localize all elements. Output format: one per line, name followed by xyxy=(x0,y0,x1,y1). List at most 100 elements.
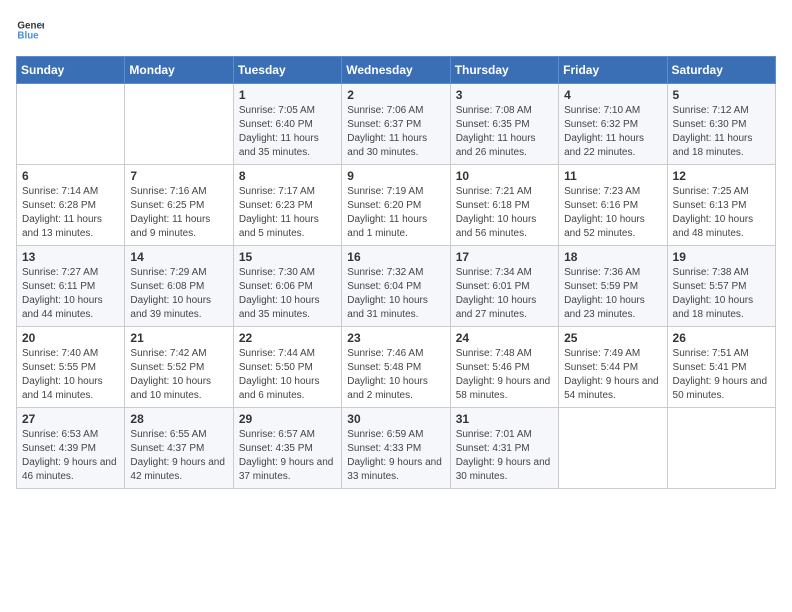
page-header: General Blue xyxy=(16,16,776,44)
day-number: 3 xyxy=(456,88,553,102)
calendar-cell: 15 Sunrise: 7:30 AM Sunset: 6:06 PM Dayli… xyxy=(233,246,341,327)
calendar-cell: 8Sunrise: 7:17 AM Sunset: 6:23 PM Daylig… xyxy=(233,165,341,246)
day-number: 22 xyxy=(239,331,336,345)
day-info: Sunrise: 7:38 AM Sunset: 5:57 PM Dayligh… xyxy=(673,266,770,322)
svg-text:Blue: Blue xyxy=(17,30,39,41)
day-header: Saturday xyxy=(667,57,775,84)
calendar-cell: 31Sunrise: 7:01 AM Sunset: 4:31 PM Dayli… xyxy=(450,408,558,489)
day-info: Sunrise: 6:53 AM Sunset: 4:39 PM Dayligh… xyxy=(22,428,119,484)
calendar-cell: 9 Sunrise: 7:19 AM Sunset: 6:20 PM Daylig… xyxy=(342,165,450,246)
day-number: 5 xyxy=(673,88,770,102)
day-number: 26 xyxy=(673,331,770,345)
day-info: Sunrise: 7:05 AM Sunset: 6:40 PM Dayligh… xyxy=(239,104,336,160)
day-info: Sunrise: 6:59 AM Sunset: 4:33 PM Dayligh… xyxy=(347,428,444,484)
calendar-body: 1Sunrise: 7:05 AM Sunset: 6:40 PM Daylig… xyxy=(17,84,776,489)
day-number: 16 xyxy=(347,250,444,264)
day-info: Sunrise: 7:08 AM Sunset: 6:35 PM Dayligh… xyxy=(456,104,553,160)
day-number: 12 xyxy=(673,169,770,183)
calendar-cell: 27Sunrise: 6:53 AM Sunset: 4:39 PM Dayli… xyxy=(17,408,125,489)
calendar-cell: 16 Sunrise: 7:32 AM Sunset: 6:04 PM Dayli… xyxy=(342,246,450,327)
day-info: Sunrise: 7:21 AM Sunset: 6:18 PM Dayligh… xyxy=(456,185,553,241)
day-info: Sunrise: 7:10 AM Sunset: 6:32 PM Dayligh… xyxy=(564,104,661,160)
calendar-cell xyxy=(559,408,667,489)
day-number: 2 xyxy=(347,88,444,102)
day-number: 14 xyxy=(130,250,227,264)
day-header: Tuesday xyxy=(233,57,341,84)
day-info: Sunrise: 7:32 AM Sunset: 6:04 PM Dayligh… xyxy=(347,266,444,322)
day-number: 11 xyxy=(564,169,661,183)
day-number: 15 xyxy=(239,250,336,264)
day-header: Thursday xyxy=(450,57,558,84)
day-number: 28 xyxy=(130,412,227,426)
day-number: 23 xyxy=(347,331,444,345)
day-info: Sunrise: 7:14 AM Sunset: 6:28 PM Dayligh… xyxy=(22,185,119,241)
day-info: Sunrise: 7:01 AM Sunset: 4:31 PM Dayligh… xyxy=(456,428,553,484)
day-info: Sunrise: 6:57 AM Sunset: 4:35 PM Dayligh… xyxy=(239,428,336,484)
day-number: 18 xyxy=(564,250,661,264)
day-info: Sunrise: 7:29 AM Sunset: 6:08 PM Dayligh… xyxy=(130,266,227,322)
day-info: Sunrise: 7:36 AM Sunset: 5:59 PM Dayligh… xyxy=(564,266,661,322)
calendar-cell: 2Sunrise: 7:06 AM Sunset: 6:37 PM Daylig… xyxy=(342,84,450,165)
calendar-cell: 1Sunrise: 7:05 AM Sunset: 6:40 PM Daylig… xyxy=(233,84,341,165)
day-header: Monday xyxy=(125,57,233,84)
day-number: 6 xyxy=(22,169,119,183)
calendar-cell: 20 Sunrise: 7:40 AM Sunset: 5:55 PM Dayli… xyxy=(17,327,125,408)
calendar-cell: 25Sunrise: 7:49 AM Sunset: 5:44 PM Dayli… xyxy=(559,327,667,408)
calendar-week-row: 27Sunrise: 6:53 AM Sunset: 4:39 PM Dayli… xyxy=(17,408,776,489)
calendar-week-row: 20 Sunrise: 7:40 AM Sunset: 5:55 PM Dayli… xyxy=(17,327,776,408)
day-info: Sunrise: 7:40 AM Sunset: 5:55 PM Dayligh… xyxy=(22,347,119,403)
day-number: 9 xyxy=(347,169,444,183)
calendar-week-row: 13Sunrise: 7:27 AM Sunset: 6:11 PM Dayli… xyxy=(17,246,776,327)
day-info: Sunrise: 7:12 AM Sunset: 6:30 PM Dayligh… xyxy=(673,104,770,160)
day-info: Sunrise: 7:16 AM Sunset: 6:25 PM Dayligh… xyxy=(130,185,227,241)
day-number: 24 xyxy=(456,331,553,345)
day-info: Sunrise: 7:25 AM Sunset: 6:13 PM Dayligh… xyxy=(673,185,770,241)
logo-icon: General Blue xyxy=(16,16,44,44)
calendar-cell: 22 Sunrise: 7:44 AM Sunset: 5:50 PM Dayli… xyxy=(233,327,341,408)
calendar-cell: 12 Sunrise: 7:25 AM Sunset: 6:13 PM Dayli… xyxy=(667,165,775,246)
calendar-cell: 28 Sunrise: 6:55 AM Sunset: 4:37 PM Dayli… xyxy=(125,408,233,489)
calendar-cell: 14 Sunrise: 7:29 AM Sunset: 6:08 PM Dayli… xyxy=(125,246,233,327)
calendar-cell xyxy=(17,84,125,165)
calendar-cell: 7 Sunrise: 7:16 AM Sunset: 6:25 PM Daylig… xyxy=(125,165,233,246)
day-number: 21 xyxy=(130,331,227,345)
day-info: Sunrise: 7:30 AM Sunset: 6:06 PM Dayligh… xyxy=(239,266,336,322)
day-info: Sunrise: 7:34 AM Sunset: 6:01 PM Dayligh… xyxy=(456,266,553,322)
calendar-cell: 6 Sunrise: 7:14 AM Sunset: 6:28 PM Daylig… xyxy=(17,165,125,246)
calendar-cell xyxy=(125,84,233,165)
logo: General Blue xyxy=(16,16,48,44)
calendar-header-row: SundayMondayTuesdayWednesdayThursdayFrid… xyxy=(17,57,776,84)
calendar-table: SundayMondayTuesdayWednesdayThursdayFrid… xyxy=(16,56,776,489)
day-header: Sunday xyxy=(17,57,125,84)
day-number: 8 xyxy=(239,169,336,183)
day-number: 4 xyxy=(564,88,661,102)
day-number: 30 xyxy=(347,412,444,426)
calendar-week-row: 6 Sunrise: 7:14 AM Sunset: 6:28 PM Daylig… xyxy=(17,165,776,246)
calendar-cell: 13Sunrise: 7:27 AM Sunset: 6:11 PM Dayli… xyxy=(17,246,125,327)
calendar-cell: 19 Sunrise: 7:38 AM Sunset: 5:57 PM Dayli… xyxy=(667,246,775,327)
day-info: Sunrise: 7:48 AM Sunset: 5:46 PM Dayligh… xyxy=(456,347,553,403)
day-number: 13 xyxy=(22,250,119,264)
day-info: Sunrise: 7:19 AM Sunset: 6:20 PM Dayligh… xyxy=(347,185,444,241)
day-number: 17 xyxy=(456,250,553,264)
calendar-cell: 23 Sunrise: 7:46 AM Sunset: 5:48 PM Dayli… xyxy=(342,327,450,408)
day-info: Sunrise: 7:44 AM Sunset: 5:50 PM Dayligh… xyxy=(239,347,336,403)
calendar-cell: 5 Sunrise: 7:12 AM Sunset: 6:30 PM Daylig… xyxy=(667,84,775,165)
calendar-cell: 26 Sunrise: 7:51 AM Sunset: 5:41 PM Dayli… xyxy=(667,327,775,408)
calendar-cell: 10 Sunrise: 7:21 AM Sunset: 6:18 PM Dayli… xyxy=(450,165,558,246)
day-header: Wednesday xyxy=(342,57,450,84)
calendar-cell: 18 Sunrise: 7:36 AM Sunset: 5:59 PM Dayli… xyxy=(559,246,667,327)
calendar-cell: 29Sunrise: 6:57 AM Sunset: 4:35 PM Dayli… xyxy=(233,408,341,489)
day-number: 19 xyxy=(673,250,770,264)
calendar-cell xyxy=(667,408,775,489)
day-number: 10 xyxy=(456,169,553,183)
day-info: Sunrise: 7:51 AM Sunset: 5:41 PM Dayligh… xyxy=(673,347,770,403)
day-number: 20 xyxy=(22,331,119,345)
day-info: Sunrise: 7:42 AM Sunset: 5:52 PM Dayligh… xyxy=(130,347,227,403)
day-info: Sunrise: 7:46 AM Sunset: 5:48 PM Dayligh… xyxy=(347,347,444,403)
calendar-cell: 4 Sunrise: 7:10 AM Sunset: 6:32 PM Daylig… xyxy=(559,84,667,165)
calendar-cell: 17 Sunrise: 7:34 AM Sunset: 6:01 PM Dayli… xyxy=(450,246,558,327)
day-info: Sunrise: 6:55 AM Sunset: 4:37 PM Dayligh… xyxy=(130,428,227,484)
day-number: 7 xyxy=(130,169,227,183)
day-header: Friday xyxy=(559,57,667,84)
